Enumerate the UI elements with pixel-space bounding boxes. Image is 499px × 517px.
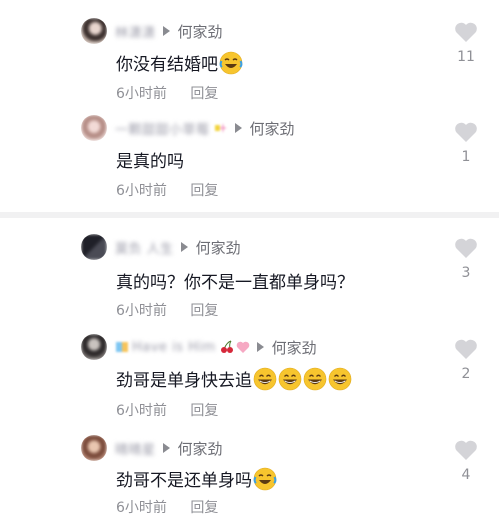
- like-count: 11: [457, 49, 475, 65]
- grinning-emoji-icon: [253, 367, 277, 390]
- grinning-emoji-icon: [328, 367, 352, 390]
- comment-header: Have is Him 何家劲: [115, 334, 317, 360]
- reply-target[interactable]: 何家劲: [250, 118, 295, 139]
- reply-arrow-icon: [256, 342, 264, 352]
- timestamp: 6小时前: [116, 500, 167, 516]
- sparkle-icon: [214, 123, 227, 133]
- comment-header: 莫负 人生 何家劲: [115, 234, 241, 260]
- timestamp: 6小时前: [116, 183, 167, 199]
- like-count: 3: [461, 265, 471, 281]
- comment-header: 晴晴星 何家劲: [115, 435, 223, 461]
- comment-text-row: 劲哥不是还单身吗: [116, 466, 277, 491]
- pink-heart-icon: [236, 341, 249, 353]
- reply-arrow-icon: [162, 26, 170, 36]
- heart-icon: [455, 339, 477, 359]
- like-button[interactable]: 4: [448, 439, 484, 483]
- reply-target[interactable]: 何家劲: [178, 21, 223, 42]
- reply-button[interactable]: 回复: [190, 403, 218, 419]
- sparkle-icon: [116, 342, 128, 352]
- comment-meta: 6小时前 回复: [116, 300, 218, 320]
- username[interactable]: 林潇潇: [115, 22, 156, 41]
- reply-arrow-icon: [180, 242, 188, 252]
- heart-icon: [455, 440, 477, 460]
- reply-button[interactable]: 回复: [190, 183, 218, 199]
- reply-arrow-icon: [162, 443, 170, 453]
- comment-text-row: 真的吗？你不是一直都单身吗？: [116, 268, 354, 293]
- grinning-emoji-icon: [303, 367, 327, 390]
- comment-meta: 6小时前 回复: [116, 180, 218, 200]
- grinning-emoji-icon: [278, 367, 302, 390]
- comment-text-row: 劲哥是单身快去追: [116, 366, 352, 391]
- laughing-tears-emoji-icon: [219, 51, 243, 74]
- reply-target[interactable]: 何家劲: [196, 237, 241, 258]
- username[interactable]: Have is Him: [132, 340, 216, 355]
- avatar[interactable]: [81, 18, 107, 44]
- comment-text-row: 是真的吗: [116, 147, 184, 172]
- timestamp: 6小时前: [116, 86, 167, 102]
- reply-button[interactable]: 回复: [190, 500, 218, 516]
- reply-button[interactable]: 回复: [190, 86, 218, 102]
- reply-target[interactable]: 何家劲: [178, 438, 223, 459]
- reply-button[interactable]: 回复: [190, 303, 218, 319]
- like-count: 4: [461, 467, 471, 483]
- reply-target[interactable]: 何家劲: [272, 337, 317, 358]
- username[interactable]: 莫负 人生: [115, 238, 174, 257]
- timestamp: 6小时前: [116, 403, 167, 419]
- heart-icon: [455, 22, 477, 42]
- comment-meta: 6小时前 回复: [116, 497, 218, 517]
- like-button[interactable]: 11: [448, 21, 484, 65]
- heart-icon: [455, 238, 477, 258]
- like-button[interactable]: 2: [448, 338, 484, 382]
- cherry-icon: [220, 340, 233, 353]
- comment-meta: 6小时前 回复: [116, 400, 218, 420]
- section-divider: [0, 212, 499, 218]
- like-count: 2: [461, 366, 471, 382]
- username[interactable]: 一颗甜甜小草莓: [115, 119, 210, 138]
- timestamp: 6小时前: [116, 303, 167, 319]
- comment-text: 是真的吗: [116, 152, 184, 172]
- comment-header: 林潇潇 何家劲: [115, 18, 223, 44]
- avatar[interactable]: [81, 334, 107, 360]
- username[interactable]: 晴晴星: [115, 439, 156, 458]
- comment-header: 一颗甜甜小草莓 何家劲: [115, 115, 295, 141]
- comment-text: 真的吗？你不是一直都单身吗？: [116, 273, 354, 293]
- comment-text: 劲哥不是还单身吗: [116, 471, 252, 491]
- laughing-tears-emoji-icon: [253, 467, 277, 490]
- avatar[interactable]: [81, 115, 107, 141]
- comment-meta: 6小时前 回复: [116, 83, 218, 103]
- like-count: 1: [461, 149, 471, 165]
- comment-text: 你没有结婚吧: [116, 55, 218, 75]
- comment-text: 劲哥是单身快去追: [116, 371, 252, 391]
- reply-arrow-icon: [234, 123, 242, 133]
- like-button[interactable]: 1: [448, 121, 484, 165]
- avatar[interactable]: [81, 234, 107, 260]
- heart-icon: [455, 122, 477, 142]
- comment-text-row: 你没有结婚吧: [116, 50, 243, 75]
- like-button[interactable]: 3: [448, 237, 484, 281]
- avatar[interactable]: [81, 435, 107, 461]
